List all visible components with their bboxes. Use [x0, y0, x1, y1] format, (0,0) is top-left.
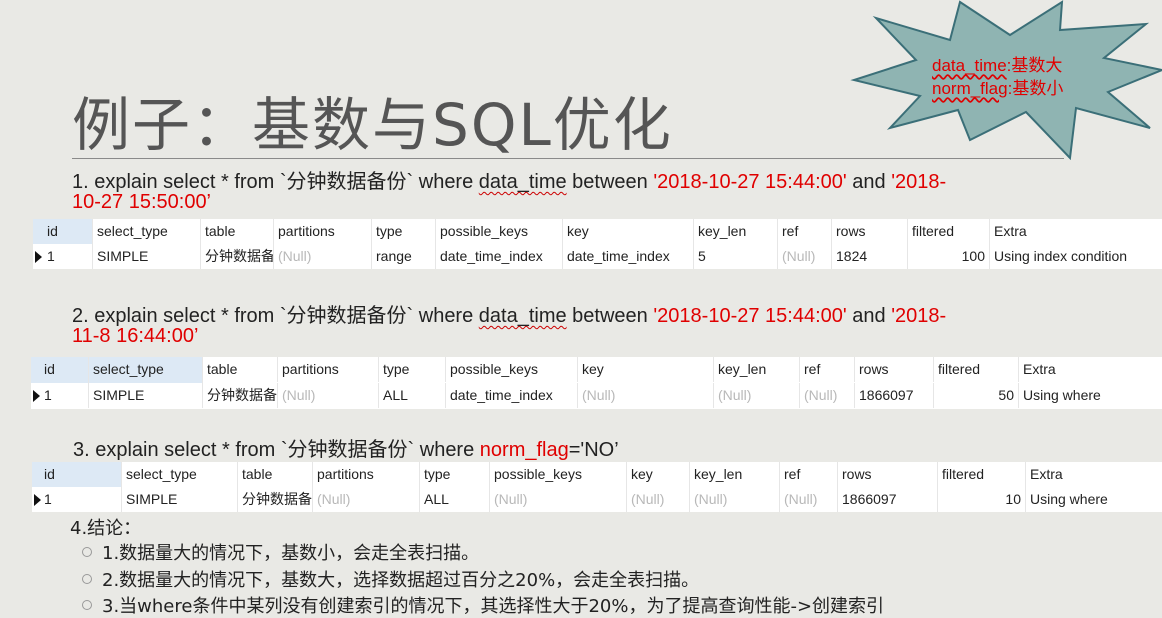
cell-possible-keys[interactable]: date_time_index [446, 383, 578, 408]
col-header-type[interactable]: type [372, 219, 436, 244]
col-header-filtered[interactable]: filtered [938, 462, 1026, 487]
cell-possible-keys[interactable]: date_time_index [436, 244, 563, 269]
cell-key-len[interactable]: (Null) [690, 487, 780, 512]
col-header-key-len[interactable]: key_len [694, 219, 778, 244]
cell-partitions[interactable]: (Null) [313, 487, 420, 512]
col-header-key-len[interactable]: key_len [714, 357, 800, 382]
col-header-type[interactable]: type [420, 462, 490, 487]
cell-key[interactable]: (Null) [578, 383, 714, 408]
cell-id[interactable]: 1 [33, 244, 93, 269]
cell-possible-keys[interactable]: (Null) [490, 487, 627, 512]
col-header-table[interactable]: table [238, 462, 313, 487]
cell-select-type[interactable]: SIMPLE [122, 487, 238, 512]
cell-ref[interactable]: (Null) [780, 487, 838, 512]
cell-filtered[interactable]: 10 [938, 487, 1026, 512]
cell-filtered[interactable]: 50 [934, 383, 1019, 408]
col-header-partitions[interactable]: partitions [278, 357, 379, 382]
conclusion-item: 1.数据量大的情况下，基数小，会走全表扫描。 [82, 539, 479, 565]
conclusion-item: 2.数据量大的情况下，基数大，选择数据超过百分之20%，会走全表扫描。 [82, 566, 699, 592]
bullet-icon [82, 600, 92, 610]
cell-extra[interactable]: Using index condition [990, 244, 1162, 269]
query-3-text: 3. explain select * from `分钟数据备份` where … [73, 439, 619, 461]
cell-key-len[interactable]: (Null) [714, 383, 800, 408]
col-header-possible-keys[interactable]: possible_keys [490, 462, 627, 487]
result-grid-2: id select_type table partitions type pos… [31, 357, 1162, 409]
cell-extra[interactable]: Using where [1019, 383, 1162, 408]
cell-rows[interactable]: 1824 [832, 244, 908, 269]
cell-table[interactable]: 分钟数据备 [201, 244, 274, 269]
result-grid-3: id select_type table partitions type pos… [32, 462, 1162, 512]
col-header-ref[interactable]: ref [780, 462, 838, 487]
grid-header: id select_type table partitions type pos… [32, 462, 1162, 488]
cell-key[interactable]: (Null) [627, 487, 690, 512]
col-header-extra[interactable]: Extra [1026, 462, 1162, 487]
col-header-extra[interactable]: Extra [1019, 357, 1162, 382]
cell-table[interactable]: 分钟数据备 [238, 487, 313, 512]
grid-header: id select_type table partitions type pos… [31, 357, 1162, 384]
cell-type[interactable]: range [372, 244, 436, 269]
cell-id[interactable]: 1 [32, 487, 122, 512]
col-header-select-type[interactable]: select_type [89, 357, 203, 383]
cell-id[interactable]: 1 [31, 383, 89, 408]
col-header-type[interactable]: type [379, 357, 446, 382]
col-header-partitions[interactable]: partitions [274, 219, 372, 244]
col-header-key-len[interactable]: key_len [690, 462, 780, 487]
col-header-key[interactable]: key [563, 219, 694, 244]
col-header-select-type[interactable]: select_type [122, 462, 238, 487]
col-header-ref[interactable]: ref [800, 357, 855, 382]
cell-type[interactable]: ALL [420, 487, 490, 512]
cell-ref[interactable]: (Null) [778, 244, 832, 269]
col-header-id[interactable]: id [32, 462, 122, 487]
cell-select-type[interactable]: SIMPLE [89, 383, 203, 408]
table-row[interactable]: 1 SIMPLE 分钟数据备 (Null) ALL (Null) (Null) … [32, 487, 1162, 512]
conclusion-item: 3.当where条件中某列没有创建索引的情况下，其选择性大于20%，为了提高查询… [82, 592, 884, 618]
col-header-select-type[interactable]: select_type [93, 219, 201, 244]
col-header-key[interactable]: key [627, 462, 690, 487]
col-header-extra[interactable]: Extra [990, 219, 1162, 244]
table-row[interactable]: 1 SIMPLE 分钟数据备 (Null) range date_time_in… [33, 244, 1162, 269]
query-1-text: 1. explain select * from `分钟数据备份` where … [72, 171, 947, 213]
cell-type[interactable]: ALL [379, 383, 446, 408]
callout-text: data_time:基数大 norm_flag:基数小 [932, 54, 1063, 100]
cell-ref[interactable]: (Null) [800, 383, 855, 408]
cell-key-len[interactable]: 5 [694, 244, 778, 269]
col-header-possible-keys[interactable]: possible_keys [436, 219, 563, 244]
query-2-text: 2. explain select * from `分钟数据备份` where … [72, 305, 947, 347]
slide-title: 例子：基数与SQL优化 [72, 91, 673, 159]
col-header-filtered[interactable]: filtered [934, 357, 1019, 382]
col-header-id[interactable]: id [33, 219, 93, 244]
col-header-partitions[interactable]: partitions [313, 462, 420, 487]
col-header-ref[interactable]: ref [778, 219, 832, 244]
result-grid-1: id select_type table partitions type pos… [33, 219, 1162, 269]
bullet-icon [82, 574, 92, 584]
col-header-rows[interactable]: rows [838, 462, 938, 487]
col-header-id[interactable]: id [31, 357, 89, 383]
table-row[interactable]: 1 SIMPLE 分钟数据备 (Null) ALL date_time_inde… [31, 383, 1162, 408]
col-header-key[interactable]: key [578, 357, 714, 382]
cell-partitions[interactable]: (Null) [274, 244, 372, 269]
cell-select-type[interactable]: SIMPLE [93, 244, 201, 269]
cell-table[interactable]: 分钟数据备 [203, 383, 278, 408]
col-header-filtered[interactable]: filtered [908, 219, 990, 244]
col-header-rows[interactable]: rows [855, 357, 934, 382]
cell-extra[interactable]: Using where [1026, 487, 1162, 512]
cell-rows[interactable]: 1866097 [855, 383, 934, 408]
callout-line-2: norm_flag:基数小 [932, 79, 1064, 98]
cell-filtered[interactable]: 100 [908, 244, 990, 269]
col-header-rows[interactable]: rows [832, 219, 908, 244]
grid-header: id select_type table partitions type pos… [33, 219, 1162, 245]
callout-line-1: data_time:基数大 [932, 56, 1063, 75]
conclusion-heading: 4.结论： [70, 518, 142, 539]
col-header-table[interactable]: table [203, 357, 278, 382]
cell-rows[interactable]: 1866097 [838, 487, 938, 512]
cell-key[interactable]: date_time_index [563, 244, 694, 269]
col-header-possible-keys[interactable]: possible_keys [446, 357, 578, 382]
cell-partitions[interactable]: (Null) [278, 383, 379, 408]
col-header-table[interactable]: table [201, 219, 274, 244]
bullet-icon [82, 547, 92, 557]
